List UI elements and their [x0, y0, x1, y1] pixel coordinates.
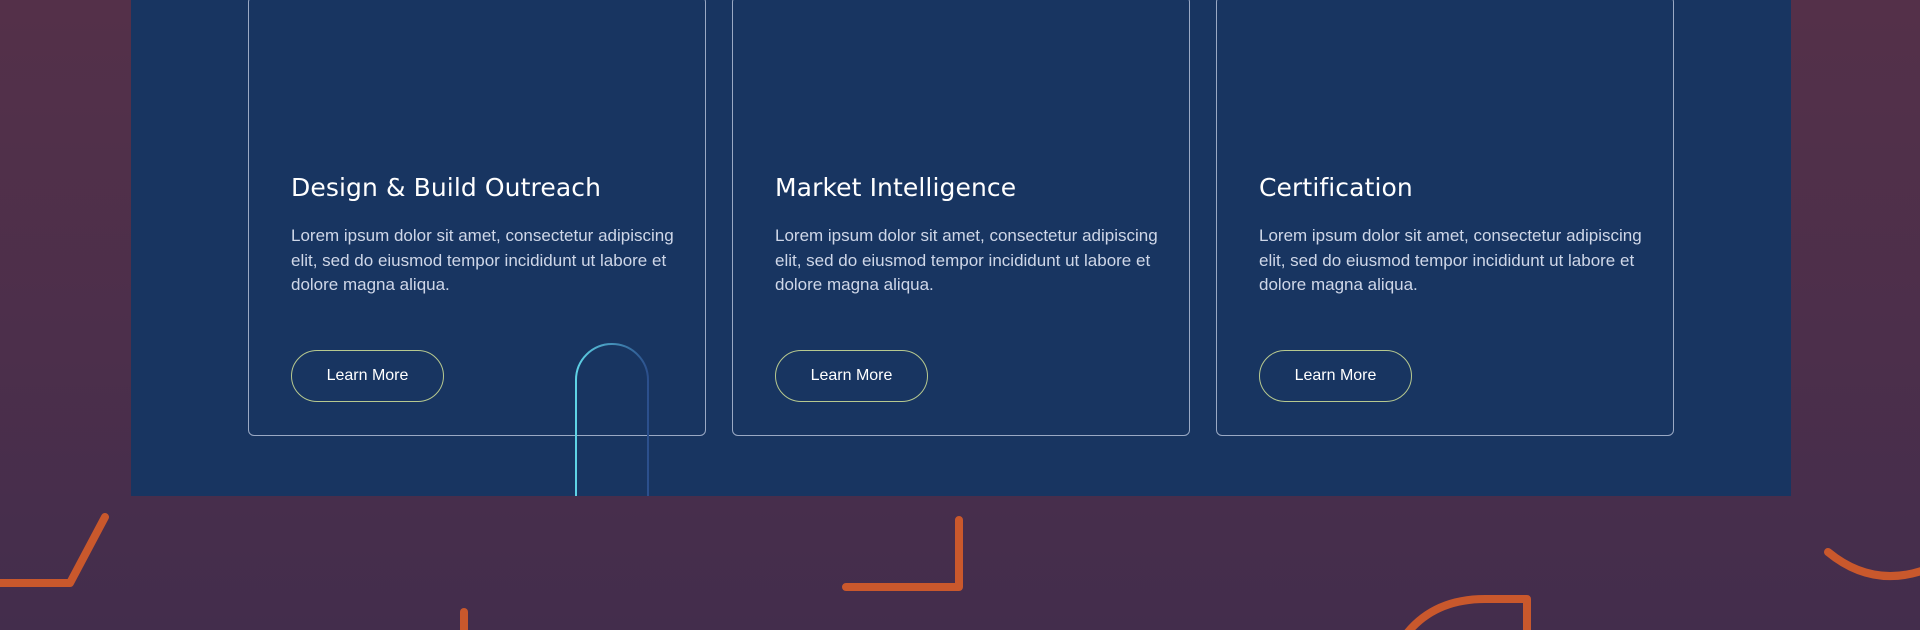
card-description: Lorem ipsum dolor sit amet, consectetur … [775, 226, 1158, 294]
service-card-certification: Certification Lorem ipsum dolor sit amet… [1216, 0, 1674, 436]
service-card-design-build: Design & Build Outreach Lorem ipsum dolo… [248, 0, 706, 436]
card-title: Design & Build Outreach [291, 173, 602, 202]
service-card-market-intelligence: Market Intelligence Lorem ipsum dolor si… [732, 0, 1190, 436]
services-panel: Design & Build Outreach Lorem ipsum dolo… [131, 0, 1791, 496]
learn-more-button[interactable]: Learn More [1259, 350, 1412, 402]
card-description: Lorem ipsum dolor sit amet, consectetur … [1259, 226, 1642, 294]
orange-corner-shape-middle [842, 516, 963, 591]
card-description: Lorem ipsum dolor sit amet, consectetur … [291, 226, 674, 294]
learn-more-button[interactable]: Learn More [775, 350, 928, 402]
orange-arc-shape-right [1824, 548, 1920, 581]
card-title: Certification [1259, 173, 1413, 202]
card-title: Market Intelligence [775, 173, 1017, 202]
orange-rounded-corner-shape [1404, 595, 1531, 630]
orange-corner-shape-left [0, 513, 109, 587]
learn-more-button[interactable]: Learn More [291, 350, 444, 402]
